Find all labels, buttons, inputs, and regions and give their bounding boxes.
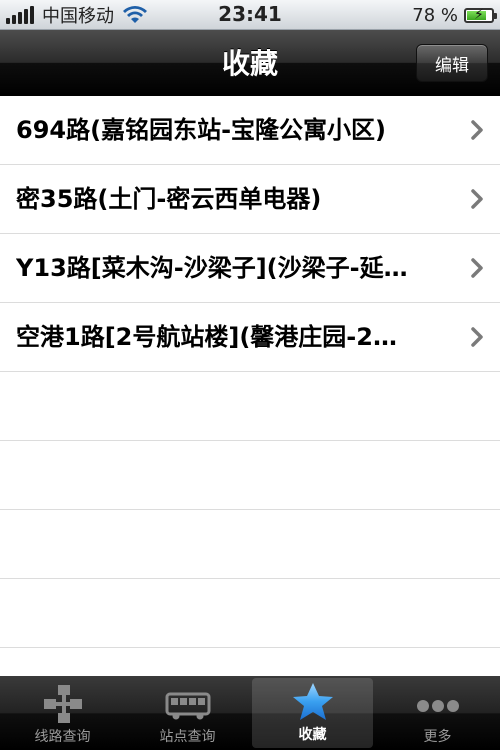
chevron-right-icon	[471, 327, 483, 347]
tab-label: 站点查询	[159, 729, 216, 745]
list-item[interactable]: 密35路(土门-密云西单电器)	[0, 165, 500, 234]
chevron-right-icon	[471, 120, 483, 140]
list-item[interactable]: Y13路[菜木沟-沙梁子](沙梁子-延…	[0, 234, 500, 303]
empty-row	[0, 510, 500, 579]
tab-favorites[interactable]: 收藏	[252, 678, 373, 748]
tab-route-search[interactable]: 线路查询	[0, 676, 125, 750]
chevron-right-icon	[471, 258, 483, 278]
empty-row	[0, 579, 500, 648]
empty-row	[0, 372, 500, 441]
list-item-label: 694路(嘉铭园东站-宝隆公寓小区)	[16, 116, 386, 144]
tab-stop-search[interactable]: 站点查询	[125, 676, 250, 750]
screen: 中国移动 23:41 78 % ⚡ 收藏 编辑 694路(嘉铭园东站-宝隆公寓小…	[0, 0, 500, 750]
list-item-label: 空港1路[2号航站楼](馨港庄园-2…	[16, 323, 397, 351]
edit-button[interactable]: 编辑	[416, 44, 488, 82]
status-bar: 中国移动 23:41 78 % ⚡	[0, 0, 500, 30]
tab-more[interactable]: 更多	[375, 676, 500, 750]
tab-label: 线路查询	[34, 729, 91, 745]
tab-bar: 线路查询 站点查询 收藏 更多	[0, 676, 500, 750]
favorites-list: 694路(嘉铭园东站-宝隆公寓小区) 密35路(土门-密云西单电器) Y13路[…	[0, 96, 500, 676]
nav-bar: 收藏 编辑	[0, 30, 500, 96]
list-item[interactable]: 空港1路[2号航站楼](馨港庄园-2…	[0, 303, 500, 372]
tab-label: 收藏	[298, 727, 327, 743]
empty-row	[0, 441, 500, 510]
charging-bolt-icon: ⚡	[474, 6, 484, 23]
route-tree-icon	[43, 685, 82, 723]
tab-label: 更多	[423, 729, 452, 745]
status-right: 78 % ⚡	[412, 3, 497, 27]
more-dots-icon	[416, 700, 459, 712]
bus-icon	[165, 692, 210, 720]
list-item-label: Y13路[菜木沟-沙梁子](沙梁子-延…	[16, 254, 408, 282]
list-item-label: 密35路(土门-密云西单电器)	[16, 185, 322, 213]
battery-icon: ⚡	[464, 6, 497, 23]
list-item[interactable]: 694路(嘉铭园东站-宝隆公寓小区)	[0, 96, 500, 165]
chevron-right-icon	[471, 189, 483, 209]
star-icon	[292, 683, 333, 720]
empty-row	[0, 648, 500, 676]
battery-percent: 78 %	[412, 4, 458, 26]
